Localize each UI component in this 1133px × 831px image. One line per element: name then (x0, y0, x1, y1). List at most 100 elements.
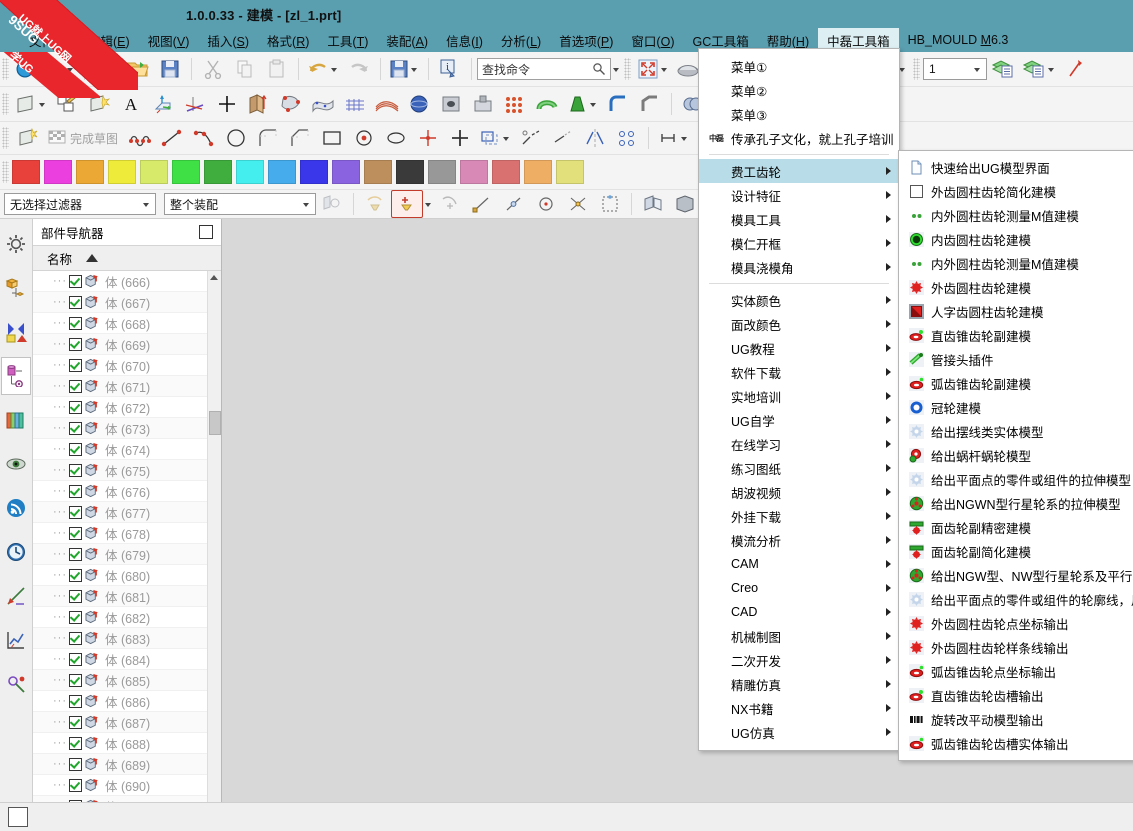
row-checkbox[interactable] (69, 505, 82, 519)
rail-process-studio[interactable] (1, 665, 31, 703)
arc-button[interactable] (188, 124, 220, 152)
snap-intersection-button[interactable] (562, 190, 594, 218)
chamfer-sketch-button[interactable] (284, 124, 316, 152)
submenu-item[interactable]: 面齿轮副精密建模 (899, 515, 1133, 539)
blend-button[interactable] (602, 90, 634, 118)
table-row[interactable]: ··· 体 (666) (33, 271, 221, 292)
submenu-item[interactable]: 外齿圆柱齿轮点坐标输出 (899, 611, 1133, 635)
menu-item[interactable]: NX书籍 (699, 696, 899, 720)
sketch-button[interactable] (12, 124, 44, 152)
row-checkbox[interactable] (69, 295, 82, 309)
trim-button[interactable] (515, 124, 547, 152)
submenu-item[interactable]: 给出NGW型、NW型行星轮系及平行轴内 (899, 563, 1133, 587)
part-navigator-tree[interactable]: ··· 体 (666) ··· 体 (667) ··· 体 (668) ··· 体 (669)… (33, 271, 221, 802)
submenu-item[interactable]: 外齿圆柱齿轮简化建模 (899, 179, 1133, 203)
menu-item[interactable]: 实地培训 (699, 384, 899, 408)
chevron-down-icon[interactable] (503, 137, 510, 141)
toolbar-grip[interactable] (2, 58, 9, 80)
submenu-item[interactable]: 冠轮建模 (899, 395, 1133, 419)
submenu-item[interactable]: 内外圆柱齿轮测量M值建模 (899, 251, 1133, 275)
rail-history[interactable] (1, 533, 31, 571)
extrude-button[interactable] (243, 90, 275, 118)
table-row[interactable]: ··· 体 (688) (33, 733, 221, 754)
scope-filter-select[interactable]: 整个装配 (164, 193, 316, 215)
chevron-down-icon[interactable] (1048, 68, 1055, 72)
submenu-item[interactable]: 给出蜗杆蜗轮模型 (899, 443, 1133, 467)
menu-item[interactable]: 模具工具 (699, 207, 899, 231)
open-file-button[interactable] (122, 55, 154, 83)
selection-filter-select[interactable]: 无选择过滤器 (4, 193, 156, 215)
info-button[interactable]: i (434, 55, 466, 83)
cut-button[interactable] (197, 55, 229, 83)
sort-ascending-icon[interactable] (86, 254, 99, 262)
menu-item[interactable]: 模具浇模角 (699, 255, 899, 279)
toolbar-grip[interactable] (624, 58, 632, 80)
table-row[interactable]: ··· 体 (669) (33, 334, 221, 355)
maximize-panel-icon[interactable] (199, 225, 213, 239)
snap-end-button[interactable] (466, 190, 498, 218)
rectangle-sketch-button[interactable] (316, 124, 348, 152)
color-swatch-1[interactable] (44, 160, 72, 184)
table-row[interactable]: ··· 体 (680) (33, 565, 221, 586)
color-swatch-14[interactable] (460, 160, 488, 184)
color-swatch-4[interactable] (140, 160, 168, 184)
submenu-item[interactable]: 外齿圆柱齿轮样条线输出 (899, 635, 1133, 659)
toolbar-grip[interactable] (2, 161, 9, 183)
rail-reuse-library[interactable] (1, 401, 31, 439)
menu-item[interactable]: 费工齿轮 (699, 159, 899, 183)
save-button[interactable] (154, 55, 186, 83)
datum-plus-button[interactable] (444, 124, 476, 152)
toolbar-grip[interactable] (2, 127, 9, 149)
menu-item[interactable]: CAD (699, 600, 899, 624)
color-swatch-9[interactable] (300, 160, 328, 184)
color-swatch-12[interactable] (396, 160, 424, 184)
assembly-filter-button[interactable] (316, 190, 348, 218)
rail-constraint-navigator[interactable] (1, 313, 31, 351)
layer-visible-button[interactable] (1019, 55, 1060, 83)
scrollbar-thumb[interactable] (209, 411, 221, 435)
menu-item[interactable]: 胡波视频 (699, 480, 899, 504)
row-checkbox[interactable] (69, 610, 82, 624)
point-button[interactable] (412, 124, 444, 152)
table-row[interactable]: ··· 体 (691) (33, 796, 221, 802)
mesh-surface-button[interactable] (339, 90, 371, 118)
chevron-down-icon[interactable] (590, 103, 596, 107)
table-row[interactable]: ··· 体 (681) (33, 586, 221, 607)
menu-item[interactable]: 二次开发 (699, 648, 899, 672)
mirror-curve-button[interactable] (579, 124, 611, 152)
table-row[interactable]: ··· 体 (676) (33, 481, 221, 502)
through-curves-button[interactable] (371, 90, 403, 118)
menu-assembly[interactable]: 装配(A) (377, 28, 437, 53)
rail-analysis[interactable] (1, 621, 31, 659)
menu-item[interactable]: 菜单② (699, 78, 899, 102)
submenu-item[interactable]: 给出平面点的零件或组件的拉伸模型 (899, 467, 1133, 491)
menu-analysis[interactable]: 分析(L) (492, 28, 550, 53)
chevron-down-icon[interactable] (67, 68, 74, 72)
start-button[interactable]: 启动 (12, 55, 79, 83)
table-row[interactable]: ··· 体 (678) (33, 523, 221, 544)
menu-preferences[interactable]: 首选项(P) (550, 28, 622, 53)
text-button[interactable]: A (115, 90, 147, 118)
menu-item[interactable]: 设计特征 (699, 183, 899, 207)
color-swatch-3[interactable] (108, 160, 136, 184)
row-checkbox[interactable] (69, 778, 82, 792)
row-checkbox[interactable] (69, 358, 82, 372)
menu-hb-mould[interactable]: HB_MOULD M6.3 (899, 30, 1018, 50)
snap-midpoint-button[interactable] (498, 190, 530, 218)
row-checkbox[interactable] (69, 400, 82, 414)
table-row[interactable]: ··· 体 (687) (33, 712, 221, 733)
row-checkbox[interactable] (69, 673, 82, 687)
table-row[interactable]: ··· 体 (675) (33, 460, 221, 481)
menu-item[interactable]: 机械制图 (699, 624, 899, 648)
table-row[interactable]: ··· 体 (673) (33, 418, 221, 439)
menu-item[interactable]: 在线学习 (699, 432, 899, 456)
snap-quadrant-button[interactable] (594, 190, 626, 218)
chevron-down-icon[interactable] (39, 103, 45, 107)
toolbar-grip[interactable] (2, 93, 9, 115)
rail-assembly-navigator[interactable] (1, 269, 31, 307)
sphere-button[interactable] (403, 90, 435, 118)
search-options-chevron-icon[interactable] (613, 68, 620, 72)
submenu-item[interactable]: 管接头插件 (899, 347, 1133, 371)
menu-insert[interactable]: 插入(S) (198, 28, 258, 53)
line-button[interactable] (156, 124, 188, 152)
